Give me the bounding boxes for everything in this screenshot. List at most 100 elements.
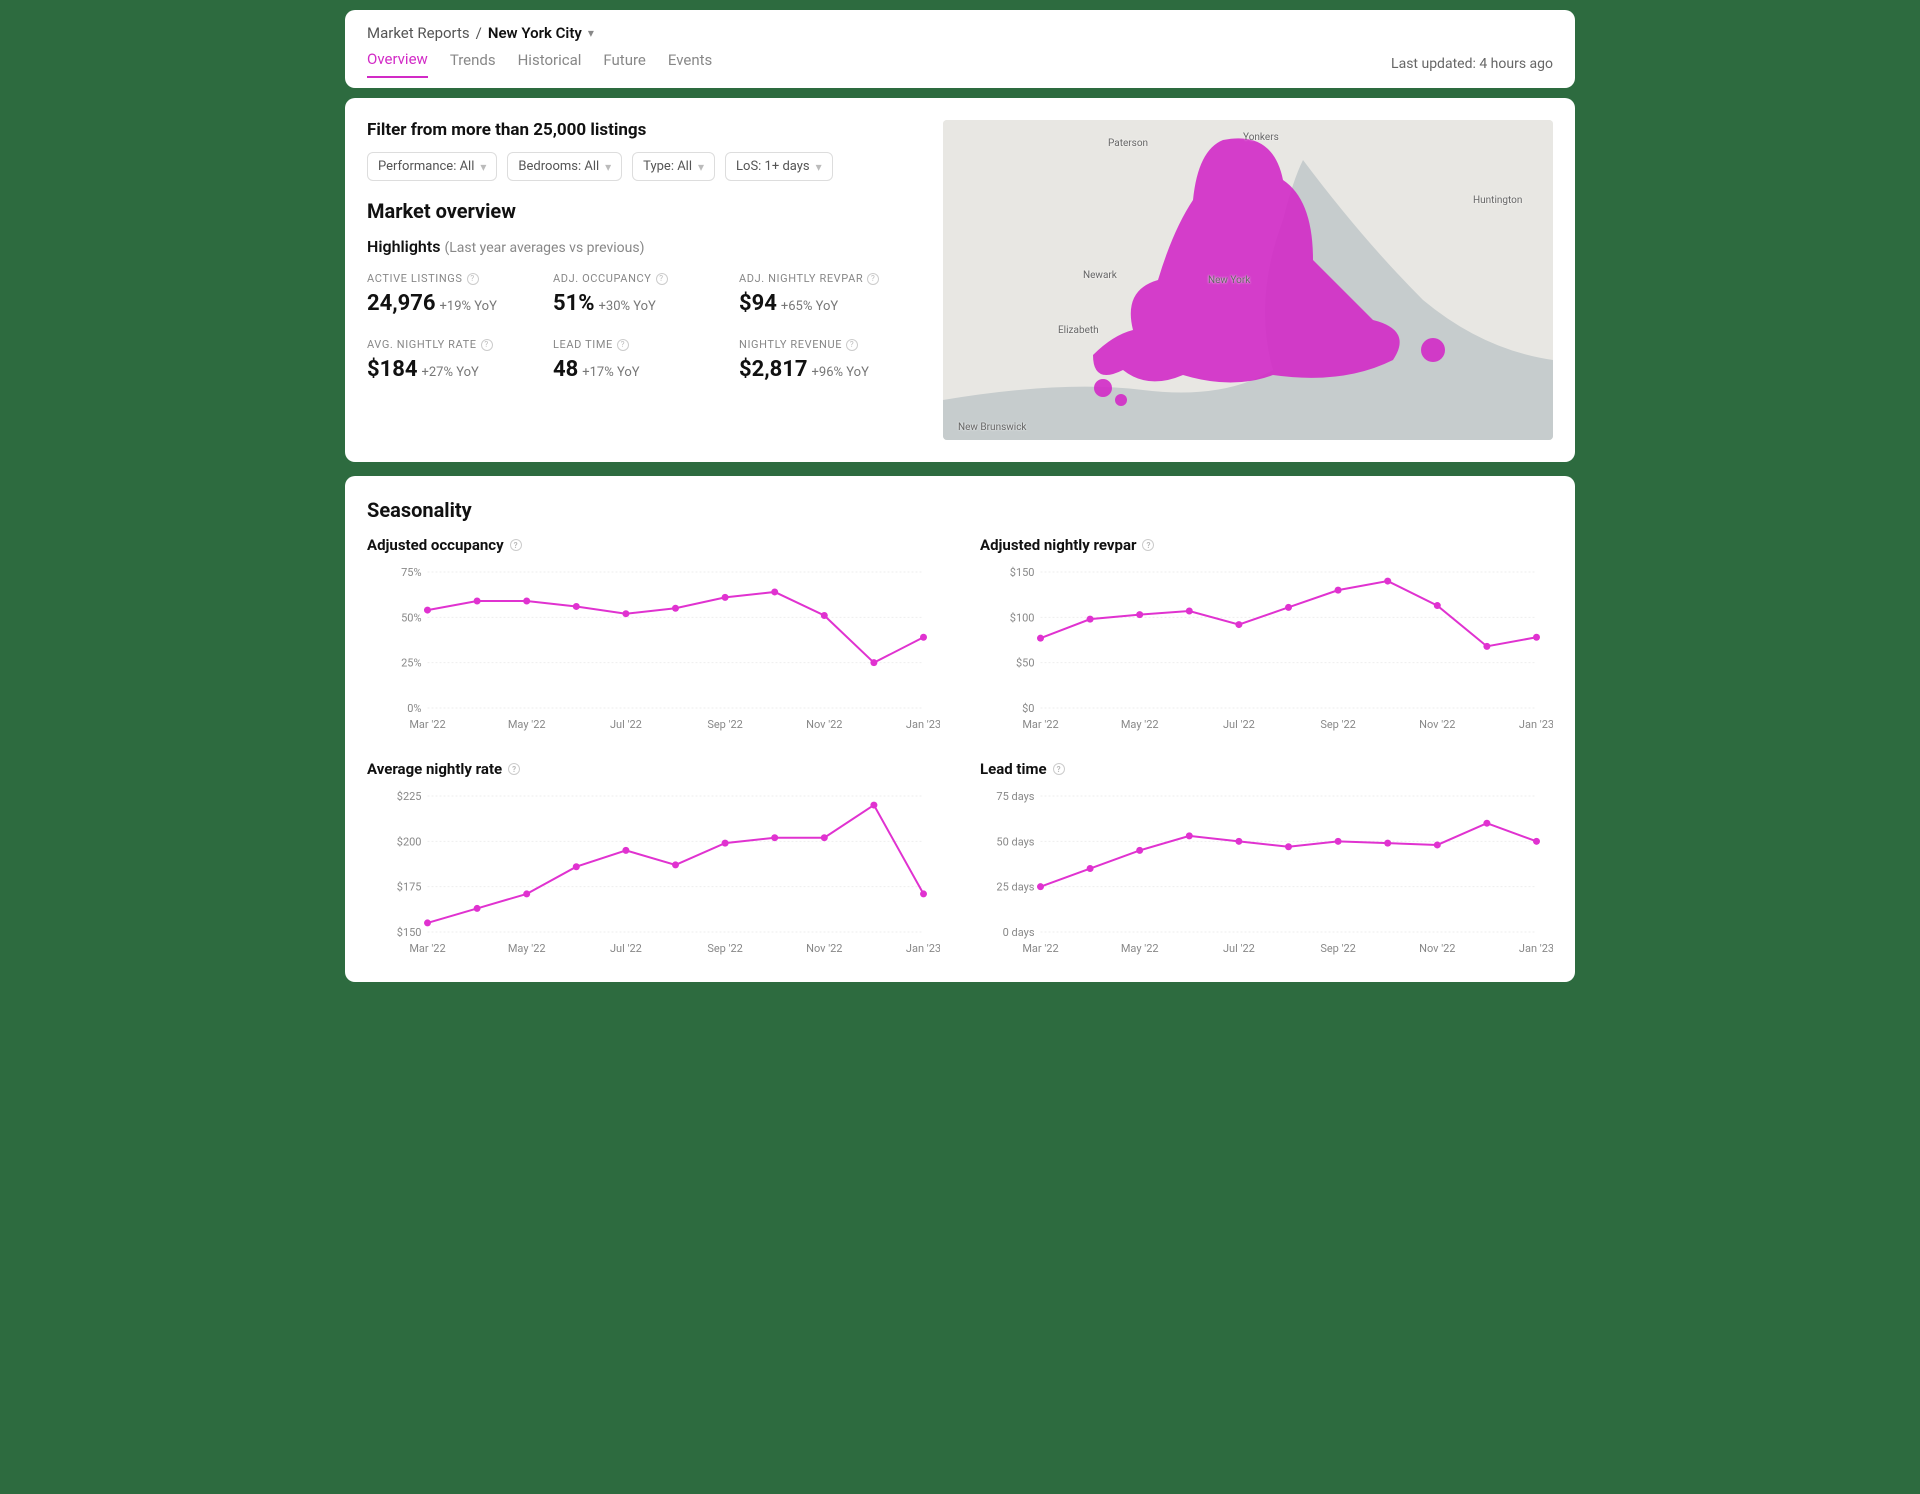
breadcrumb-city[interactable]: New York City <box>488 24 582 42</box>
svg-text:Sep '22: Sep '22 <box>707 718 743 731</box>
metric-value: 24,976 <box>367 291 436 316</box>
svg-text:Jan '23: Jan '23 <box>906 718 940 731</box>
metrics-grid: ACTIVE LISTINGS?24,976+19% YoYADJ. OCCUP… <box>367 272 915 382</box>
filter-label: Type: All <box>643 159 692 174</box>
metric: ACTIVE LISTINGS?24,976+19% YoY <box>367 272 543 316</box>
chart-avg_rate: Average nightly rate?$150$175$200$225Mar… <box>367 760 940 960</box>
tab-future[interactable]: Future <box>603 51 645 77</box>
info-icon[interactable]: ? <box>846 339 858 351</box>
info-icon[interactable]: ? <box>481 339 493 351</box>
metric-value: $94 <box>739 291 777 316</box>
chart-title: Average nightly rate? <box>367 760 940 778</box>
metric-label: NIGHTLY REVENUE? <box>739 338 915 351</box>
filter-pill[interactable]: LoS: 1+ days▾ <box>725 152 833 181</box>
chevron-down-icon: ▾ <box>605 160 611 174</box>
svg-text:Sep '22: Sep '22 <box>1320 718 1356 731</box>
svg-text:$150: $150 <box>1010 566 1035 579</box>
header: Market Reports / New York City ▾ Overvie… <box>345 10 1575 88</box>
last-updated: Last updated: 4 hours ago <box>1391 56 1553 72</box>
metric: AVG. NIGHTLY RATE?$184+27% YoY <box>367 338 543 382</box>
info-icon[interactable]: ? <box>508 763 520 775</box>
chevron-down-icon: ▾ <box>698 160 704 174</box>
svg-text:Jan '23: Jan '23 <box>906 942 940 955</box>
svg-text:May '22: May '22 <box>508 942 546 955</box>
svg-text:Nov '22: Nov '22 <box>806 718 842 731</box>
svg-text:Sep '22: Sep '22 <box>1320 942 1356 955</box>
metric-yoy: +27% YoY <box>422 365 479 380</box>
info-icon[interactable]: ? <box>1053 763 1065 775</box>
svg-text:May '22: May '22 <box>1121 718 1159 731</box>
filter-label: LoS: 1+ days <box>736 159 810 174</box>
chart-lead_time: Lead time?0 days25 days50 days75 daysMar… <box>980 760 1553 960</box>
filter-pill[interactable]: Performance: All ▾ <box>367 152 497 181</box>
chevron-down-icon: ▾ <box>480 160 486 174</box>
info-icon[interactable]: ? <box>510 539 522 551</box>
info-icon[interactable]: ? <box>617 339 629 351</box>
chart-grid: Adjusted occupancy? 0%25%50%75%Mar '22May… <box>367 536 1553 960</box>
chart-title: Lead time? <box>980 760 1553 778</box>
tabs: Overview Trends Historical Future Events Last… <box>367 50 1553 78</box>
tab-overview[interactable]: Overview <box>367 50 428 78</box>
svg-text:Jul '22: Jul '22 <box>1223 718 1255 731</box>
svg-text:Nov '22: Nov '22 <box>806 942 842 955</box>
metric-value: 48 <box>553 357 578 382</box>
info-icon[interactable]: ? <box>467 273 479 285</box>
filter-label: Performance: All <box>378 159 474 174</box>
metric-yoy: +17% YoY <box>582 365 639 380</box>
tab-trends[interactable]: Trends <box>450 51 496 77</box>
svg-text:Jan '23: Jan '23 <box>1519 718 1553 731</box>
chart-plot[interactable]: 0%25%50%75%Mar '22May '22Jul '22Sep '22N… <box>367 562 940 736</box>
chart-title: Adjusted nightly revpar? <box>980 536 1553 554</box>
svg-text:50%: 50% <box>401 611 421 624</box>
overview-card: Filter from more than 25,000 listings Pe… <box>345 98 1575 462</box>
breadcrumb: Market Reports / New York City ▾ <box>367 24 1553 42</box>
svg-text:$175: $175 <box>397 881 422 894</box>
metric-value: 51% <box>553 291 595 316</box>
highlights-sub: (Last year averages vs previous) <box>444 240 644 256</box>
metric-yoy: +65% YoY <box>781 299 838 314</box>
metric: NIGHTLY REVENUE?$2,817+96% YoY <box>739 338 915 382</box>
tab-historical[interactable]: Historical <box>518 51 582 77</box>
svg-text:Nov '22: Nov '22 <box>1419 718 1455 731</box>
svg-text:$200: $200 <box>397 835 422 848</box>
info-icon[interactable]: ? <box>656 273 668 285</box>
breadcrumb-sep: / <box>476 24 482 42</box>
chart-plot[interactable]: 0 days25 days50 days75 daysMar '22May '2… <box>980 786 1553 960</box>
metric-yoy: +96% YoY <box>812 365 869 380</box>
highlights: Highlights (Last year averages vs previo… <box>367 237 915 256</box>
svg-text:Jan '23: Jan '23 <box>1519 942 1553 955</box>
info-icon[interactable]: ? <box>867 273 879 285</box>
breadcrumb-root[interactable]: Market Reports <box>367 24 470 42</box>
overview-heading: Market overview <box>367 199 915 223</box>
map[interactable]: PatersonYonkersNewarkNew YorkElizabethHu… <box>943 120 1553 440</box>
chart-plot[interactable]: $0$50$100$150Mar '22May '22Jul '22Sep '2… <box>980 562 1553 736</box>
tab-events[interactable]: Events <box>668 51 712 77</box>
filter-pill[interactable]: Type: All ▾ <box>632 152 715 181</box>
info-icon[interactable]: ? <box>1142 539 1154 551</box>
metric: LEAD TIME?48+17% YoY <box>553 338 729 382</box>
metric: ADJ. NIGHTLY REVPAR?$94+65% YoY <box>739 272 915 316</box>
filter-pill[interactable]: Bedrooms: All ▾ <box>507 152 622 181</box>
metric-label: AVG. NIGHTLY RATE? <box>367 338 543 351</box>
svg-text:Nov '22: Nov '22 <box>1419 942 1455 955</box>
metric-yoy: +19% YoY <box>440 299 497 314</box>
svg-text:Mar '22: Mar '22 <box>1022 718 1058 731</box>
map-label: New Brunswick <box>958 422 1027 433</box>
svg-text:$150: $150 <box>397 926 422 939</box>
svg-text:Sep '22: Sep '22 <box>707 942 743 955</box>
map-label: Yonkers <box>1243 132 1279 143</box>
svg-text:25 days: 25 days <box>996 881 1034 894</box>
svg-text:$100: $100 <box>1010 611 1035 624</box>
chart-adj_revpar: Adjusted nightly revpar?$0$50$100$150Mar… <box>980 536 1553 736</box>
svg-text:75 days: 75 days <box>996 790 1034 803</box>
map-label: New York <box>1208 275 1250 286</box>
svg-text:Jul '22: Jul '22 <box>610 942 642 955</box>
svg-text:0 days: 0 days <box>1003 926 1035 939</box>
filter-label: Bedrooms: All <box>518 159 599 174</box>
seasonality-heading: Seasonality <box>367 498 1553 522</box>
chart-title: Adjusted occupancy? <box>367 536 940 554</box>
chevron-down-icon[interactable]: ▾ <box>588 26 594 40</box>
highlights-title: Highlights <box>367 237 440 256</box>
map-label: Paterson <box>1108 138 1148 149</box>
chart-plot[interactable]: $150$175$200$225Mar '22May '22Jul '22Sep… <box>367 786 940 960</box>
